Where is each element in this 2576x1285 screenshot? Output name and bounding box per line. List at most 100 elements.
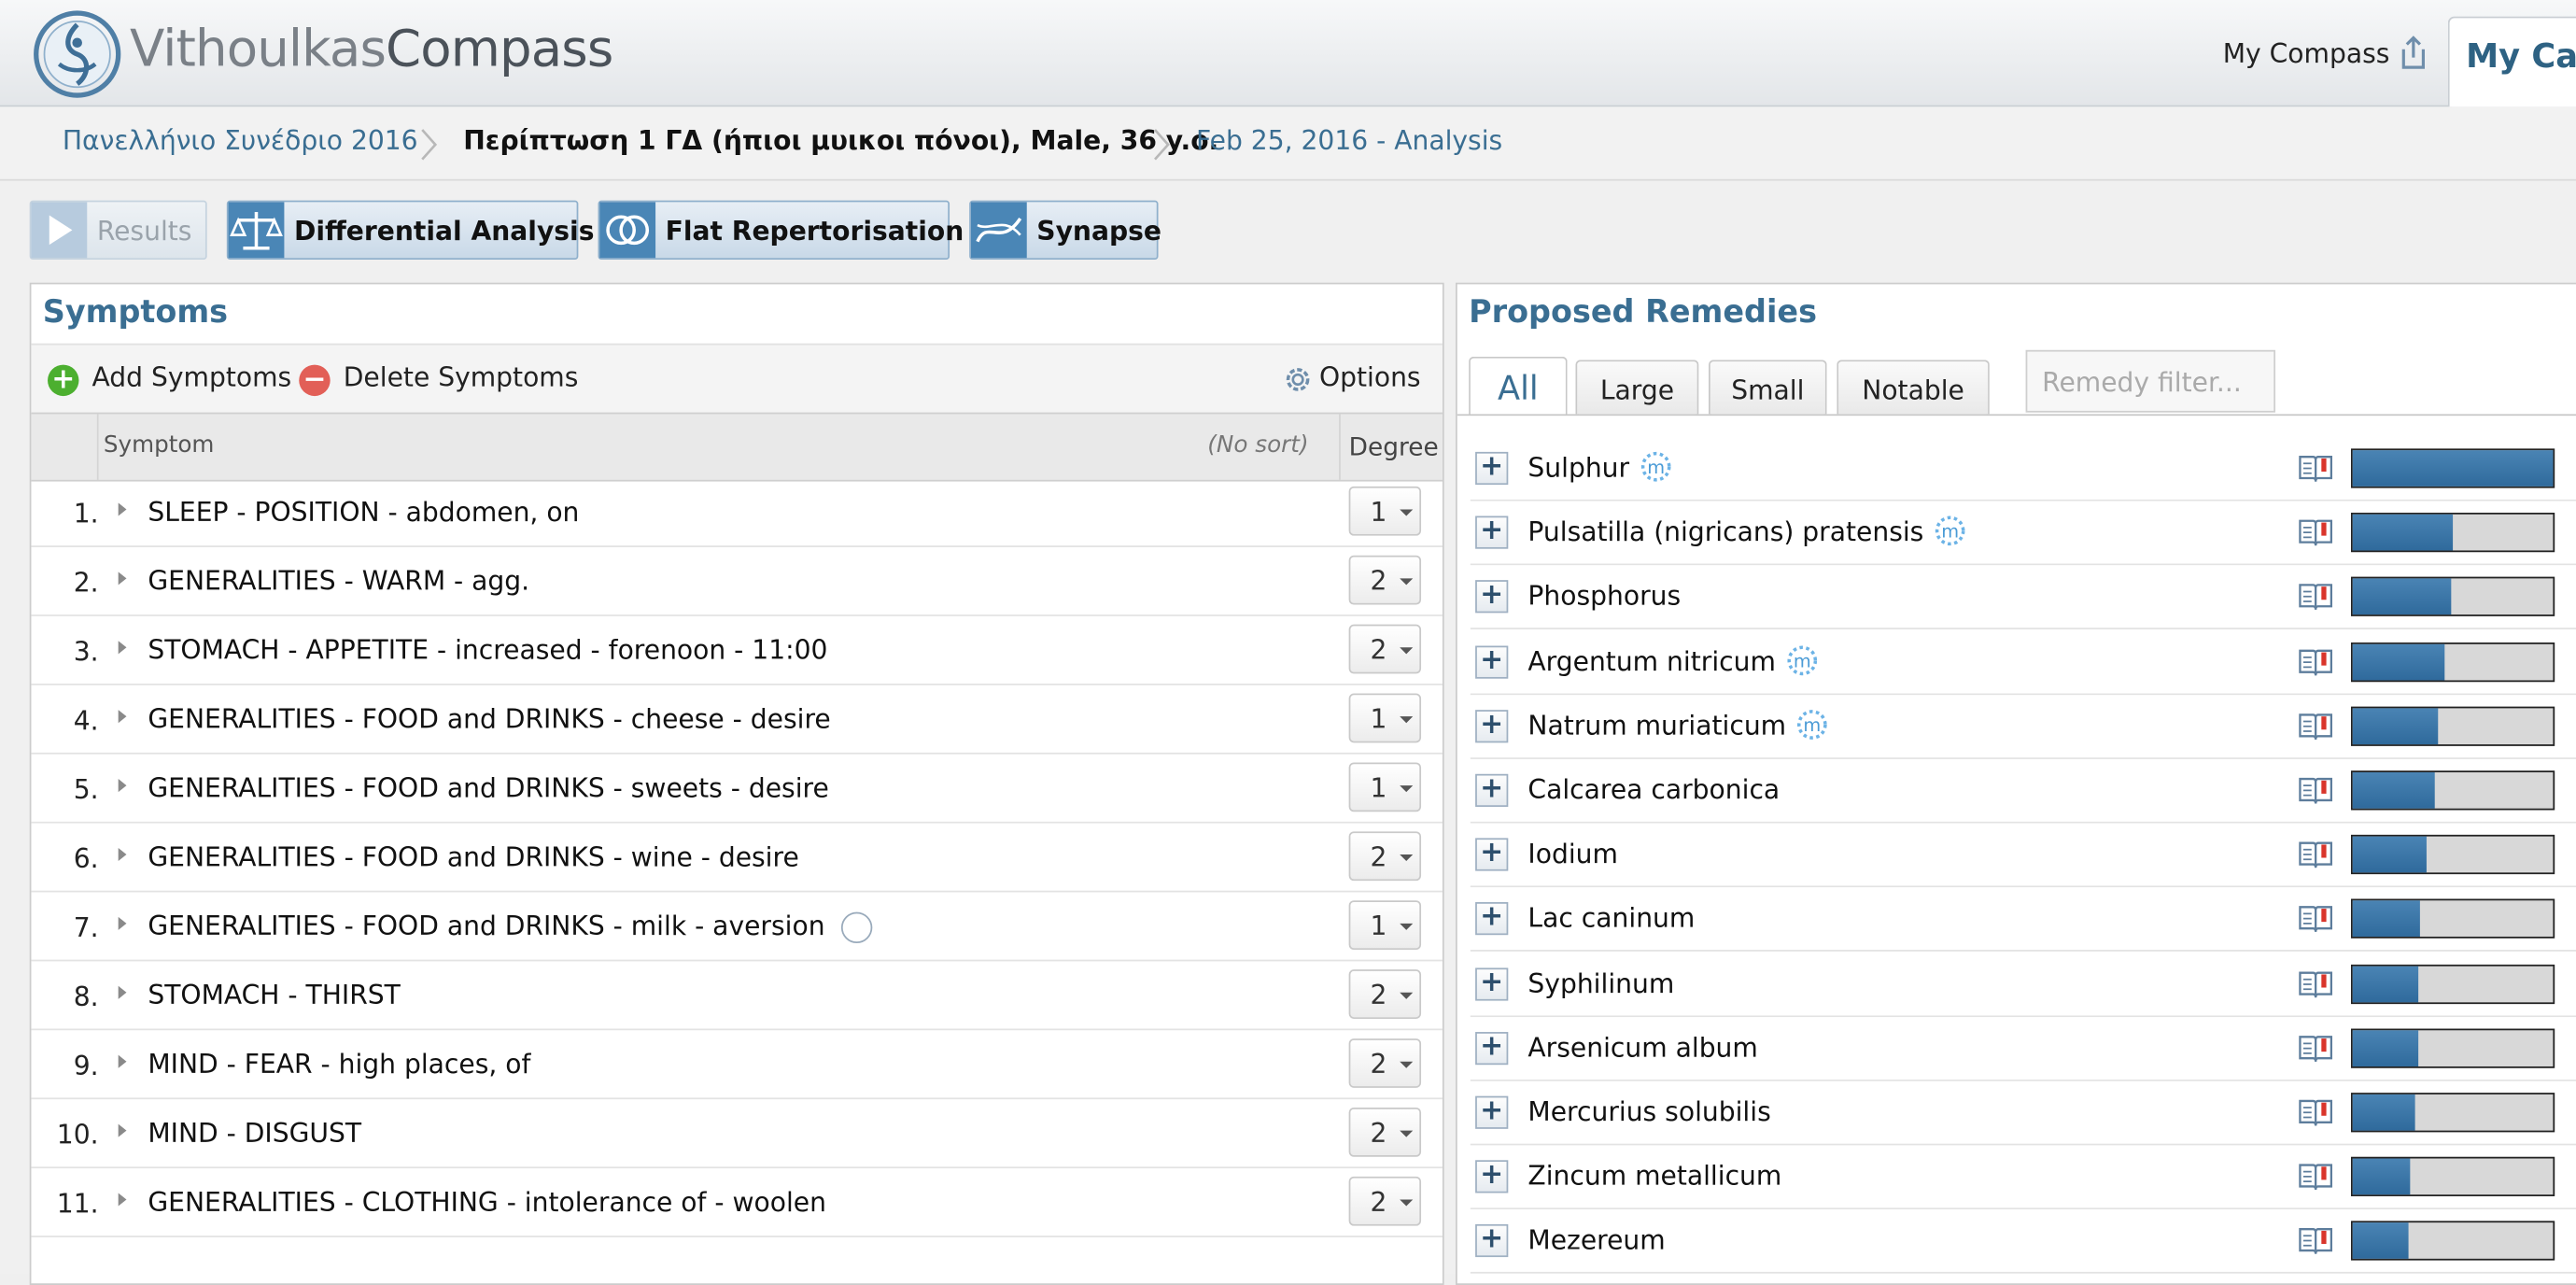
degree-select[interactable]: 2 — [1348, 831, 1422, 882]
expand-plus-icon[interactable]: + — [1475, 709, 1509, 742]
materia-medica-icon[interactable]: m — [1640, 450, 1672, 483]
remedy-name[interactable]: Zincum metallicum — [1527, 1161, 1781, 1192]
remedy-row[interactable]: + Iodium — [1470, 823, 2576, 888]
degree-select[interactable]: 2 — [1348, 1107, 1422, 1157]
remedy-name[interactable]: Syphilinum — [1527, 967, 1674, 998]
symptom-row[interactable]: 3. STOMACH - APPETITE - increased - foren… — [31, 616, 1443, 685]
expand-plus-icon[interactable]: + — [1475, 1224, 1509, 1258]
gear-icon[interactable] — [1281, 363, 1314, 396]
symptom-row[interactable]: 6. GENERALITIES - FOOD and DRINKS - wine … — [31, 824, 1443, 893]
expand-arrow-icon[interactable] — [118, 502, 127, 516]
expand-arrow-icon[interactable] — [118, 710, 127, 724]
remedy-name[interactable]: Phosphorus — [1527, 581, 1681, 612]
expand-plus-icon[interactable]: + — [1475, 902, 1509, 936]
synapse-button[interactable]: Synapse — [969, 200, 1161, 261]
breadcrumb-analysis[interactable]: Feb 25, 2016 - Analysis — [1196, 125, 1502, 156]
expand-plus-icon[interactable]: + — [1475, 515, 1509, 550]
add-icon[interactable]: + — [48, 364, 79, 397]
symptom-row[interactable]: 5. GENERALITIES - FOOD and DRINKS - sweet… — [31, 755, 1443, 824]
expand-arrow-icon[interactable] — [118, 641, 127, 655]
remedy-row[interactable]: + Syphilinum — [1470, 952, 2576, 1017]
symptom-text[interactable]: GENERALITIES - WARM - agg. — [148, 565, 529, 596]
expand-plus-icon[interactable]: + — [1475, 773, 1509, 807]
tab-notable[interactable]: Notable — [1837, 360, 1990, 415]
expand-plus-icon[interactable]: + — [1475, 1031, 1509, 1065]
symptom-text[interactable]: GENERALITIES - FOOD and DRINKS - sweets … — [148, 772, 828, 803]
tab-small[interactable]: Small — [1708, 360, 1827, 415]
symptom-row[interactable]: 9. MIND - FEAR - high places, of 2 — [31, 1030, 1443, 1100]
symptom-row[interactable]: 4. GENERALITIES - FOOD and DRINKS - chees… — [31, 685, 1443, 755]
materia-medica-book-icon[interactable] — [2299, 1097, 2333, 1127]
symptom-text[interactable]: STOMACH - APPETITE - increased - forenoo… — [148, 634, 827, 665]
expand-plus-icon[interactable]: + — [1475, 967, 1509, 1000]
symptom-text[interactable]: MIND - DISGUST — [148, 1118, 361, 1149]
symptom-row[interactable]: 7. GENERALITIES - FOOD and DRINKS - milk … — [31, 892, 1443, 962]
column-symptom[interactable]: Symptom — [104, 432, 215, 459]
degree-select[interactable]: 2 — [1348, 624, 1422, 674]
share-icon[interactable] — [2399, 35, 2428, 71]
expand-plus-icon[interactable]: + — [1475, 580, 1509, 614]
expand-arrow-icon[interactable] — [118, 847, 127, 862]
degree-select[interactable]: 2 — [1348, 1176, 1422, 1226]
expand-plus-icon[interactable]: + — [1475, 838, 1509, 871]
tab-all[interactable]: All — [1469, 356, 1568, 417]
symptom-row[interactable]: 2. GENERALITIES - WARM - agg. 2 — [31, 547, 1443, 616]
tab-my-cases[interactable]: My Cases — [2447, 16, 2576, 107]
remedy-row[interactable]: + Natrum muriaticum m — [1470, 694, 2576, 759]
materia-medica-icon[interactable]: m — [1934, 515, 1966, 547]
options-button[interactable]: Options — [1319, 361, 1421, 392]
symptom-text[interactable]: GENERALITIES - FOOD and DRINKS - cheese … — [148, 703, 830, 734]
breadcrumb-case[interactable]: Περίπτωση 1 ΓΔ (ήπιοι μυικοι πόνοι), Mal… — [463, 125, 1218, 156]
symptom-row[interactable]: 11. GENERALITIES - CLOTHING - intolerance… — [31, 1168, 1443, 1237]
symptom-text[interactable]: GENERALITIES - FOOD and DRINKS - milk - … — [148, 911, 824, 941]
differential-analysis-button[interactable]: Differential Analysis — [226, 200, 594, 261]
delete-symptoms-button[interactable]: Delete Symptoms — [344, 361, 579, 392]
expand-arrow-icon[interactable] — [118, 985, 127, 999]
breadcrumb-conference[interactable]: Πανελλήνιο Συνέδριο 2016 — [63, 125, 418, 156]
degree-select[interactable]: 2 — [1348, 1038, 1422, 1088]
remedy-name[interactable]: Arsenicum album — [1527, 1032, 1757, 1063]
symptom-row[interactable]: 8. STOMACH - THIRST 2 — [31, 961, 1443, 1031]
remedy-name[interactable]: Iodium — [1527, 839, 1618, 869]
column-degree[interactable]: Degree — [1349, 432, 1439, 462]
materia-medica-book-icon[interactable] — [2299, 1226, 2333, 1256]
remedy-name[interactable]: Lac caninum — [1527, 903, 1695, 934]
materia-medica-book-icon[interactable] — [2299, 1162, 2333, 1192]
remove-icon[interactable]: − — [299, 364, 331, 397]
status-circle-icon[interactable] — [840, 911, 873, 944]
expand-plus-icon[interactable]: + — [1475, 644, 1509, 678]
vithoulkas-compass-logo[interactable] — [33, 10, 121, 99]
symptom-row[interactable]: 1. SLEEP - POSITION - abdomen, on 1 — [31, 478, 1443, 547]
degree-select[interactable]: 1 — [1348, 486, 1422, 536]
expand-plus-icon[interactable]: + — [1475, 1095, 1509, 1129]
materia-medica-book-icon[interactable] — [2299, 904, 2333, 934]
add-symptoms-button[interactable]: Add Symptoms — [92, 361, 292, 392]
materia-medica-book-icon[interactable] — [2299, 968, 2333, 998]
remedy-name[interactable]: Natrum muriaticum — [1527, 710, 1786, 741]
materia-medica-book-icon[interactable] — [2299, 1033, 2333, 1063]
materia-medica-book-icon[interactable] — [2299, 776, 2333, 806]
materia-medica-book-icon[interactable] — [2299, 518, 2333, 548]
materia-medica-book-icon[interactable] — [2299, 454, 2333, 484]
degree-select[interactable]: 1 — [1348, 900, 1422, 951]
remedy-name[interactable]: Calcarea carbonica — [1527, 774, 1780, 805]
remedy-row[interactable]: + Phosphorus — [1470, 565, 2576, 630]
materia-medica-book-icon[interactable] — [2299, 583, 2333, 613]
expand-arrow-icon[interactable] — [118, 1054, 127, 1068]
remedy-name[interactable]: Argentum nitricum — [1527, 645, 1775, 676]
remedy-row[interactable]: + Mezereum — [1470, 1209, 2576, 1275]
expand-arrow-icon[interactable] — [118, 779, 127, 793]
remedy-row[interactable]: + Zincum metallicum — [1470, 1145, 2576, 1210]
symptom-row[interactable]: 10. MIND - DISGUST 2 — [31, 1099, 1443, 1169]
symptom-text[interactable]: STOMACH - THIRST — [148, 980, 400, 1010]
degree-select[interactable]: 1 — [1348, 693, 1422, 743]
remedy-name[interactable]: Sulphur — [1527, 452, 1629, 483]
symptom-text[interactable]: GENERALITIES - CLOTHING - intolerance of… — [148, 1186, 826, 1217]
expand-plus-icon[interactable]: + — [1475, 1160, 1509, 1193]
remedy-row[interactable]: + Pulsatilla (nigricans) pratensis m — [1470, 501, 2576, 566]
degree-select[interactable]: 2 — [1348, 969, 1422, 1019]
my-compass-link[interactable]: My Compass — [2223, 37, 2390, 68]
expand-arrow-icon[interactable] — [118, 1123, 127, 1137]
expand-arrow-icon[interactable] — [118, 572, 127, 586]
symptom-text[interactable]: GENERALITIES - FOOD and DRINKS - wine - … — [148, 841, 798, 872]
